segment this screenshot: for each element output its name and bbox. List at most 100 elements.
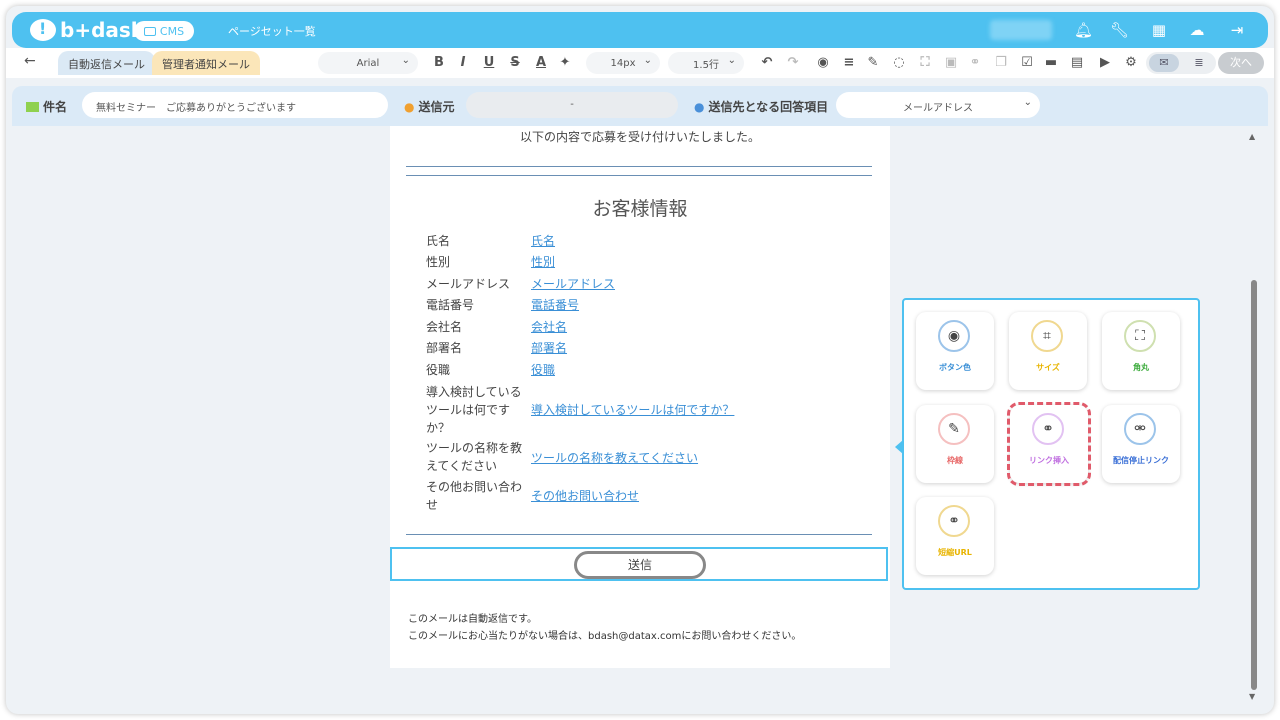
logout-icon[interactable]: ⇥ (1228, 22, 1246, 38)
row-link[interactable]: 部署名 (531, 339, 567, 356)
chevron-down-icon: ⌄ (1023, 97, 1032, 108)
row-link[interactable]: 性別 (531, 253, 555, 270)
row-link[interactable]: 電話番号 (531, 296, 579, 313)
grid-icon[interactable]: ▦ (1150, 22, 1168, 38)
send-button-block[interactable]: 送信 (390, 547, 888, 581)
subject-input[interactable]: 無料セミナー ご応募ありがとうございます (82, 92, 388, 118)
subject-label: 件名 (26, 98, 67, 115)
short-url-icon: ⚭ (938, 505, 970, 537)
tab-auto-reply[interactable]: 自動返信メール (58, 51, 155, 75)
palette-icon[interactable]: ◉ (814, 54, 832, 72)
chevron-down-icon: ⌄ (643, 55, 652, 66)
logo[interactable]: b+dash (30, 17, 145, 43)
row-link[interactable]: ツールの名称を教えてください (531, 449, 698, 466)
tile-size[interactable]: ⌗ サイズ (1009, 312, 1087, 390)
tile-button-color[interactable]: ◉ ボタン色 (916, 312, 994, 390)
video-icon[interactable]: ▶ (1096, 54, 1114, 72)
mail-icon[interactable]: ✉ (1149, 54, 1179, 72)
page-set-link[interactable]: ページセット一覧 (228, 23, 316, 39)
gear-icon[interactable]: ⚙ (1122, 54, 1140, 72)
divider (406, 534, 872, 535)
mail-body: 以下の内容で応募を受け付けいたしました。 お客様情報 氏名 氏名 性別 性別 メ… (390, 126, 890, 668)
section-title[interactable]: お客様情報 (390, 194, 890, 221)
cms-label: CMS (159, 24, 185, 38)
row-link[interactable]: 役職 (531, 361, 555, 378)
tab-admin-notify[interactable]: 管理者通知メール (152, 51, 260, 75)
editor-toolbar: ← 自動返信メール 管理者通知メール Arial ⌄ B I U S A ✦ 1… (6, 48, 1274, 78)
corners-icon[interactable]: ⛶ (916, 54, 934, 72)
font-family-select[interactable]: Arial ⌄ (318, 52, 418, 74)
bold-icon[interactable]: B (430, 54, 448, 72)
pen-icon[interactable]: ✎ (864, 54, 882, 72)
row-label: 氏名 (426, 234, 451, 248)
send-button[interactable]: 送信 (574, 551, 706, 579)
scrollbar[interactable]: ▲ ▼ (1248, 130, 1260, 702)
chevron-down-icon: ⌄ (401, 55, 410, 66)
sender-label: ● 送信元 (404, 98, 455, 115)
line-height-select[interactable]: 1.5行 ⌄ (668, 52, 744, 74)
text-view-icon[interactable]: ≣ (1186, 54, 1212, 72)
user-account[interactable] (990, 20, 1052, 40)
divider (406, 175, 872, 176)
logo-bubble-icon (30, 19, 56, 41)
bell-icon[interactable]: 🔔︎ (1074, 22, 1093, 38)
undo-icon[interactable]: ↶ (758, 54, 776, 72)
scroll-up-icon[interactable]: ▲ (1249, 132, 1255, 141)
recipient-value: メールアドレス (903, 103, 973, 114)
row-link[interactable]: 導入検討しているツールは何ですか？ (531, 401, 734, 418)
subject-label-text: 件名 (43, 100, 68, 114)
link-icon[interactable]: ⚭ (966, 54, 984, 72)
sender-input[interactable]: - (466, 92, 678, 118)
wrench-icon[interactable]: 🔧︎ (1110, 22, 1129, 38)
scroll-down-icon[interactable]: ▼ (1249, 692, 1255, 701)
logo-text: b+dash (60, 18, 146, 42)
intro-text[interactable]: 以下の内容で応募を受け付けいたしました。 (390, 128, 890, 145)
pen-icon: ✎ (938, 413, 970, 445)
row-link[interactable]: 氏名 (531, 232, 555, 249)
unlink-icon: ⚮ (1124, 413, 1156, 445)
redo-icon[interactable]: ↷ (784, 54, 802, 72)
tile-label: 配信停止リンク (1113, 456, 1169, 465)
top-header: b+dash CMS ページセット一覧 🔔︎ 🔧︎ ▦ ☁ ⇥ (12, 12, 1268, 48)
text-color-icon[interactable]: A (532, 54, 550, 72)
template-icon[interactable]: ▤ (1068, 54, 1086, 72)
row-label: メールアドレス (426, 277, 511, 291)
footer-line[interactable]: このメールにお心当たりがない場合は、bdash@datax.comにお問い合わせ… (408, 627, 801, 642)
footer-line[interactable]: このメールは自動返信です。 (408, 610, 537, 625)
padding-icon[interactable]: ◌ (890, 54, 908, 72)
tile-label: 枠線 (947, 456, 963, 465)
clipboard-check-icon[interactable]: ☑ (1018, 54, 1036, 72)
italic-icon[interactable]: I (454, 54, 472, 72)
image-icon[interactable]: ▣ (942, 54, 960, 72)
font-size-value: 14px (610, 57, 636, 69)
recipient-select[interactable]: メールアドレス ⌄ (836, 92, 1040, 118)
scroll-thumb[interactable] (1251, 280, 1257, 690)
view-toggle[interactable]: ✉ ≣ (1146, 52, 1216, 74)
cms-icon (143, 26, 156, 36)
block-icon[interactable]: ▬ (1042, 54, 1060, 72)
font-size-select[interactable]: 14px ⌄ (586, 52, 660, 74)
cms-button[interactable]: CMS (134, 21, 194, 41)
row-link[interactable]: その他お問い合わせ (531, 487, 639, 504)
row-link[interactable]: 会社名 (531, 318, 567, 335)
next-button[interactable]: 次へ (1218, 52, 1264, 74)
row-label: 部署名 (426, 341, 463, 355)
tile-rounded-corners[interactable]: ⛶ 角丸 (1102, 312, 1180, 390)
strikethrough-icon[interactable]: S (506, 54, 524, 72)
align-icon[interactable]: ≡ (840, 54, 858, 72)
underline-icon[interactable]: U (480, 54, 498, 72)
arrow-left-icon[interactable]: ← (24, 53, 36, 69)
tile-border[interactable]: ✎ 枠線 (916, 405, 994, 483)
row-label: その他お問い合わ せ (426, 480, 523, 512)
copy-icon[interactable]: ❐ (992, 54, 1010, 72)
row-link[interactable]: メールアドレス (531, 275, 615, 292)
tile-short-url[interactable]: ⚭ 短縮URL (916, 497, 994, 575)
tile-label: 短縮URL (938, 548, 972, 557)
row-label: 役職 (426, 363, 451, 377)
support-icon[interactable]: ☁ (1188, 22, 1206, 38)
tile-unsubscribe-link[interactable]: ⚮ 配信停止リンク (1102, 405, 1180, 483)
mail-settings-bar: 件名 無料セミナー ご応募ありがとうございます ● 送信元 - ● 送信先となる… (12, 86, 1268, 126)
divider (406, 166, 872, 167)
highlight-icon[interactable]: ✦ (556, 54, 574, 72)
row-label: 会社名 (426, 320, 463, 334)
